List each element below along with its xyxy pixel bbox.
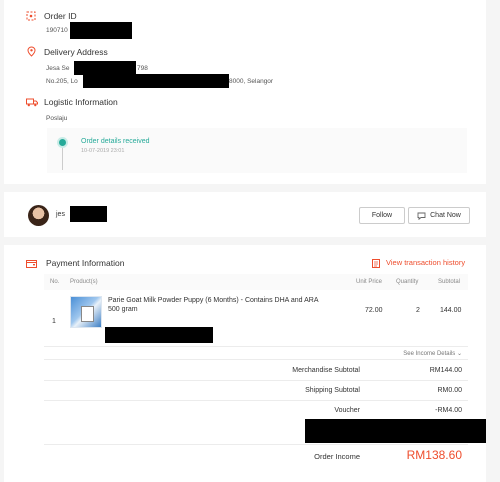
payment-card: Payment Information View transaction his… (4, 245, 486, 482)
address-name-tail: 798 (137, 65, 148, 72)
item-number: 1 (52, 318, 56, 325)
chat-now-label: Chat Now (430, 212, 461, 219)
courier-name: Poslaju (46, 115, 68, 122)
transaction-history-icon (372, 259, 380, 268)
wallet-icon (26, 260, 37, 268)
header-unit-price: Unit Price (356, 279, 383, 285)
chat-bubble-icon (417, 212, 426, 220)
product-name[interactable]: Parie Goat Milk Powder Puppy (6 Months) … (108, 296, 328, 314)
item-subtotal: 144.00 (440, 307, 462, 314)
address-line-start: No.205, Lo (46, 78, 78, 85)
merchandise-subtotal-label: Merchandise Subtotal (292, 367, 360, 374)
follow-button-label: Follow (371, 212, 393, 219)
item-quantity: 2 (416, 307, 420, 314)
tracking-time: 10-07-2019 23:01 (81, 148, 125, 154)
delivery-address-label: Delivery Address (44, 47, 108, 57)
redacted-buyer-name (70, 206, 107, 222)
redacted-address-line (83, 74, 229, 88)
header-quantity: Quantity (396, 279, 419, 285)
redacted-product-variation (105, 327, 213, 343)
truck-icon (26, 98, 38, 107)
order-id-label: Order ID (44, 11, 77, 21)
redacted-fee-rows (305, 419, 486, 443)
see-income-details-label: See Income Details (403, 351, 456, 357)
row-divider (44, 346, 468, 347)
payment-information-title: Payment Information (46, 258, 125, 268)
header-subtotal: Subtotal (438, 279, 461, 285)
voucher-label: Voucher (334, 407, 360, 414)
location-pin-icon (27, 46, 36, 57)
view-transaction-history-link[interactable]: View transaction history (386, 258, 465, 267)
summary-divider-2 (44, 380, 468, 381)
see-income-details-link[interactable]: See Income Details ⌄ (403, 350, 462, 357)
order-id-icon (26, 11, 36, 21)
merchandise-subtotal-value: RM144.00 (429, 367, 462, 374)
summary-divider-4 (44, 444, 468, 445)
follow-button[interactable]: Follow (359, 207, 405, 224)
redacted-address-name (74, 61, 136, 75)
voucher-value: -RM4.00 (435, 407, 462, 414)
tracking-timeline: Order details received 10-07-2019 23:01 (47, 128, 467, 173)
header-no: No. (50, 279, 60, 285)
timeline-line (62, 142, 63, 170)
shipping-subtotal-value: RM0.00 (437, 387, 462, 394)
chevron-down-icon: ⌄ (456, 351, 462, 357)
buyer-card: jes Follow Chat Now (4, 192, 486, 237)
summary-divider-3 (44, 400, 468, 401)
logistic-information-label: Logistic Information (44, 97, 118, 107)
buyer-name[interactable]: jes (56, 211, 65, 218)
header-products: Product(s) (70, 279, 98, 285)
product-thumbnail[interactable] (70, 296, 102, 328)
timeline-dot (59, 139, 66, 146)
address-line-end: 8000, Selangor (229, 78, 274, 85)
buyer-avatar[interactable] (28, 205, 49, 226)
order-income-value: RM138.60 (406, 448, 462, 462)
product-can-graphic (81, 306, 94, 322)
address-name: Jesa Se (46, 65, 70, 72)
summary-divider-1 (44, 359, 468, 360)
item-unit-price: 72.00 (365, 307, 383, 314)
order-income-label: Order Income (314, 452, 360, 461)
chat-now-button[interactable]: Chat Now (408, 207, 470, 224)
order-info-card: Order ID 190710 Delivery Address Jesa Se… (4, 0, 486, 184)
order-id-value: 190710 (46, 27, 68, 34)
tracking-status: Order details received (81, 138, 150, 145)
redacted-order-id (70, 22, 132, 39)
shipping-subtotal-label: Shipping Subtotal (305, 387, 360, 394)
